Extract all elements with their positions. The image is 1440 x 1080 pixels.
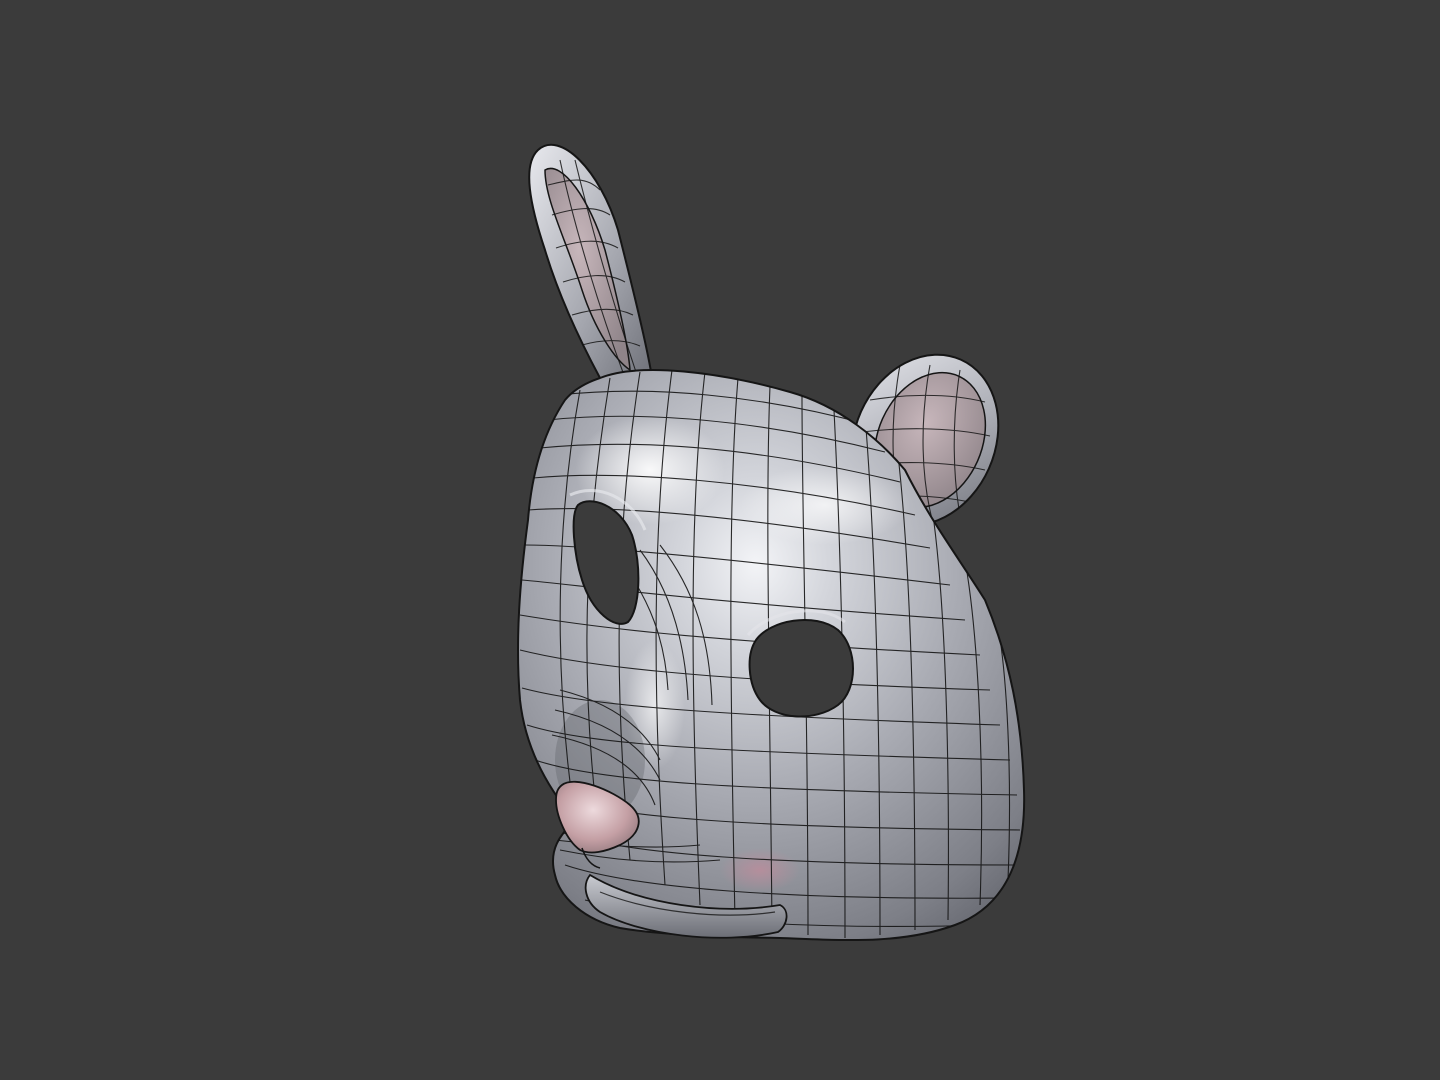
3d-viewport[interactable] bbox=[0, 0, 1440, 1080]
left-ear bbox=[528, 143, 654, 379]
mask-render bbox=[516, 143, 1026, 942]
